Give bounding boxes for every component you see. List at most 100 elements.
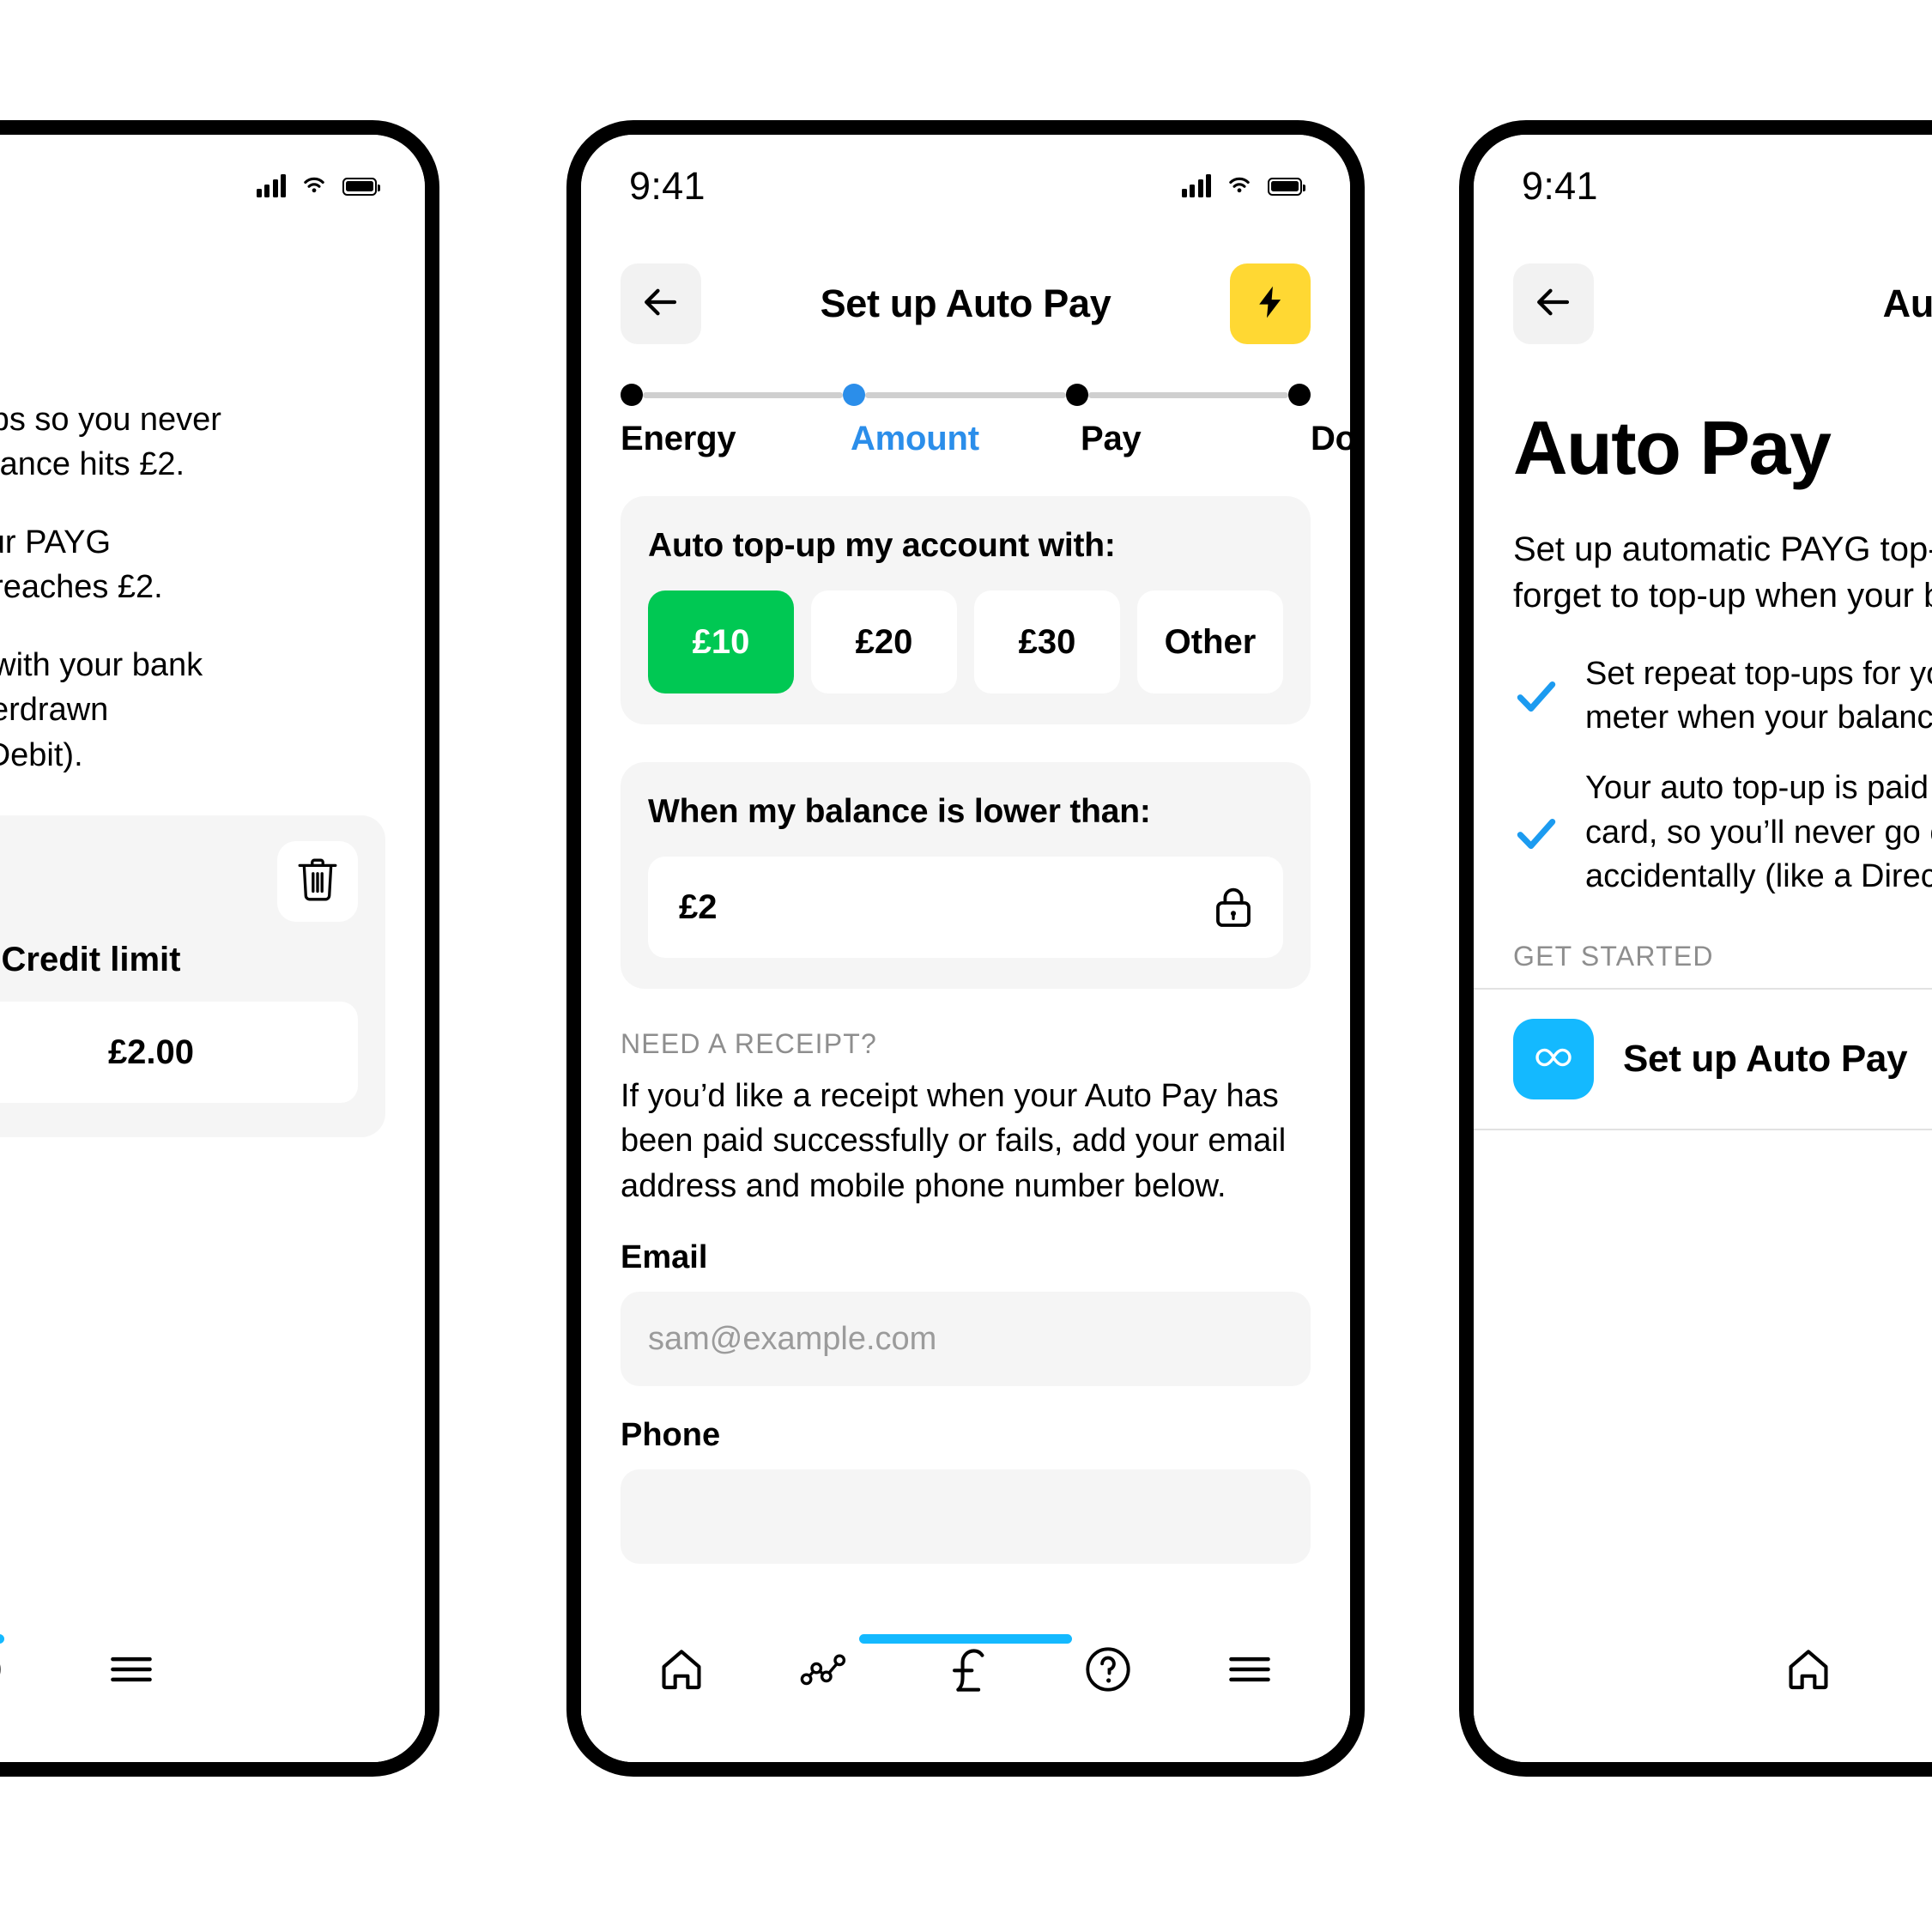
quick-action-button[interactable]: [1230, 263, 1311, 344]
stepper-dots: [621, 382, 1311, 408]
amount-option-other[interactable]: Other: [1137, 591, 1283, 693]
benefit-item-2: Your auto top-up is paid card, so you’ll…: [1513, 766, 1932, 899]
check-icon: [1513, 810, 1560, 857]
nav-bar-left: Auto Pay: [0, 238, 425, 358]
left-paragraph-2: op-ups for your PAYG your balance reache…: [0, 524, 163, 606]
amount-card-title: Auto top-up my account with:: [648, 527, 1116, 564]
status-time-right: 9:41: [1522, 164, 1598, 208]
wifi-icon: [1225, 170, 1254, 203]
tab-home-middle[interactable]: [657, 1645, 706, 1693]
phone-input[interactable]: [621, 1469, 1311, 1565]
step-bar-3: [1087, 391, 1288, 398]
get-started-list: Set up Auto Pay: [1474, 990, 1932, 1129]
phone-left: Auto Pay c PAYG top-ups so you never whe…: [0, 120, 439, 1777]
receipt-section-label: NEED A RECEIPT?: [621, 1028, 877, 1059]
infinity-icon: [1529, 1044, 1578, 1075]
amount-option-10[interactable]: £10: [648, 591, 794, 693]
phone-left-screen: Auto Pay c PAYG top-ups so you never whe…: [0, 135, 425, 1762]
phone-middle-content: Auto top-up my account with: £10 £20 £30…: [581, 496, 1350, 1565]
page-title-right: Auto Pay: [1882, 282, 1932, 325]
cellular-icon: [256, 174, 286, 197]
threshold-card-title: When my balance is lower than:: [648, 793, 1151, 830]
benefit-item-1: Set repeat top-ups for yo meter when you…: [1513, 652, 1932, 741]
credit-limit-fields: £2.00: [0, 1002, 358, 1104]
usage-graph-icon: [799, 1645, 847, 1693]
battery-icon: [342, 177, 380, 196]
email-input[interactable]: sam@example.com: [621, 1292, 1311, 1387]
stepper-labels: Energy Amount Pay Done: [621, 420, 1350, 457]
status-bar-middle: 9:41: [581, 135, 1350, 238]
amount-card: Auto top-up my account with: £10 £20 £30…: [621, 496, 1311, 724]
pound-icon: [942, 1645, 990, 1693]
home-indicator-middle: [859, 1634, 1072, 1644]
setup-stepper: Energy Amount Pay Done: [581, 358, 1350, 458]
arrow-left-icon: [641, 282, 681, 326]
arrow-left-icon: [1534, 282, 1573, 326]
back-button-middle[interactable]: [621, 263, 701, 344]
question-circle-icon: [1084, 1645, 1132, 1693]
left-paragraph-3: op-up is paid with your bank ll never go…: [0, 646, 203, 773]
home-icon: [1784, 1645, 1832, 1693]
tab-menu-middle[interactable]: [1226, 1645, 1274, 1693]
phone-right-screen: 9:41 Auto Pay Auto Pay Set up automatic …: [1474, 135, 1932, 1762]
page-title-left: Auto Pay: [0, 282, 425, 326]
tab-help-left[interactable]: [0, 1645, 3, 1693]
status-bar-left: [0, 135, 425, 238]
delete-button[interactable]: [277, 841, 358, 923]
nav-bar-middle: Set up Auto Pay: [581, 238, 1350, 358]
phone-middle: 9:41 Set up Auto Pay Energy Amount Pay D…: [566, 120, 1365, 1777]
receipt-body: If you’d like a receipt when your Auto P…: [621, 1078, 1287, 1204]
tab-bar-left: [0, 1616, 425, 1762]
infinity-icon-badge: [1513, 1019, 1594, 1100]
back-button-right[interactable]: [1513, 263, 1594, 344]
hamburger-icon: [107, 1645, 155, 1693]
credit-limit-card: Credit limit £2.00: [0, 815, 385, 1138]
tab-home-right[interactable]: [1784, 1645, 1832, 1693]
tab-usage-middle[interactable]: [799, 1645, 847, 1693]
lock-icon: [1214, 887, 1252, 928]
battery-icon: [1268, 177, 1305, 196]
status-icons-middle: [1181, 170, 1305, 203]
cellular-icon: [1181, 174, 1211, 197]
wifi-icon: [300, 170, 329, 203]
status-bar-right: 9:41: [1474, 135, 1932, 238]
email-label: Email: [621, 1239, 708, 1276]
set-up-auto-pay-label: Set up Auto Pay: [1623, 1038, 1908, 1081]
credit-limit-label: Credit limit: [1, 941, 181, 979]
set-up-auto-pay-row[interactable]: Set up Auto Pay: [1513, 990, 1932, 1129]
phone-right-content: Auto Pay Set up automatic PAYG top-u for…: [1474, 404, 1932, 972]
amount-options: £10 £20 £30 Other: [648, 591, 1283, 693]
phone-label: Phone: [621, 1417, 721, 1454]
phone-middle-screen: 9:41 Set up Auto Pay Energy Amount Pay D…: [581, 135, 1350, 1762]
credit-limit-value[interactable]: £2.00: [0, 1002, 358, 1104]
tab-help-middle[interactable]: [1084, 1645, 1132, 1693]
question-circle-icon: [0, 1645, 3, 1693]
step-dot-done[interactable]: [1287, 384, 1311, 406]
screenshot-stage: Auto Pay c PAYG top-ups so you never whe…: [0, 0, 1932, 1932]
benefit-text-2: Your auto top-up is paid card, so you’ll…: [1585, 770, 1932, 895]
status-time-middle: 9:41: [629, 164, 706, 208]
step-dot-energy[interactable]: [621, 384, 643, 406]
amount-option-30[interactable]: £30: [974, 591, 1120, 693]
threshold-field[interactable]: £2: [648, 857, 1283, 958]
hamburger-icon: [1226, 1645, 1274, 1693]
threshold-card: When my balance is lower than: £2: [621, 762, 1311, 989]
check-icon: [1513, 673, 1560, 719]
benefits-list: Set repeat top-ups for yo meter when you…: [1513, 652, 1932, 899]
step-bar-1: [643, 391, 844, 398]
tab-bar-right: [1474, 1616, 1932, 1762]
step-dot-pay[interactable]: [1065, 384, 1088, 406]
step-dot-amount[interactable]: [843, 384, 866, 406]
auto-pay-lede: Set up automatic PAYG top-u forget to to…: [1513, 530, 1932, 615]
threshold-value: £2: [679, 887, 718, 926]
phone-right: 9:41 Auto Pay Auto Pay Set up automatic …: [1459, 120, 1932, 1777]
benefit-text-1: Set repeat top-ups for yo meter when you…: [1585, 655, 1932, 736]
amount-option-20[interactable]: £20: [811, 591, 957, 693]
lightning-bolt-icon: [1251, 283, 1289, 325]
get-started-label: GET STARTED: [1513, 941, 1714, 972]
home-icon: [657, 1645, 706, 1693]
divider-bottom: [1474, 1129, 1932, 1131]
left-paragraph-1: c PAYG top-ups so you never when your ba…: [0, 402, 221, 483]
tab-payments-middle[interactable]: [942, 1645, 990, 1693]
tab-menu-left[interactable]: [107, 1645, 155, 1693]
